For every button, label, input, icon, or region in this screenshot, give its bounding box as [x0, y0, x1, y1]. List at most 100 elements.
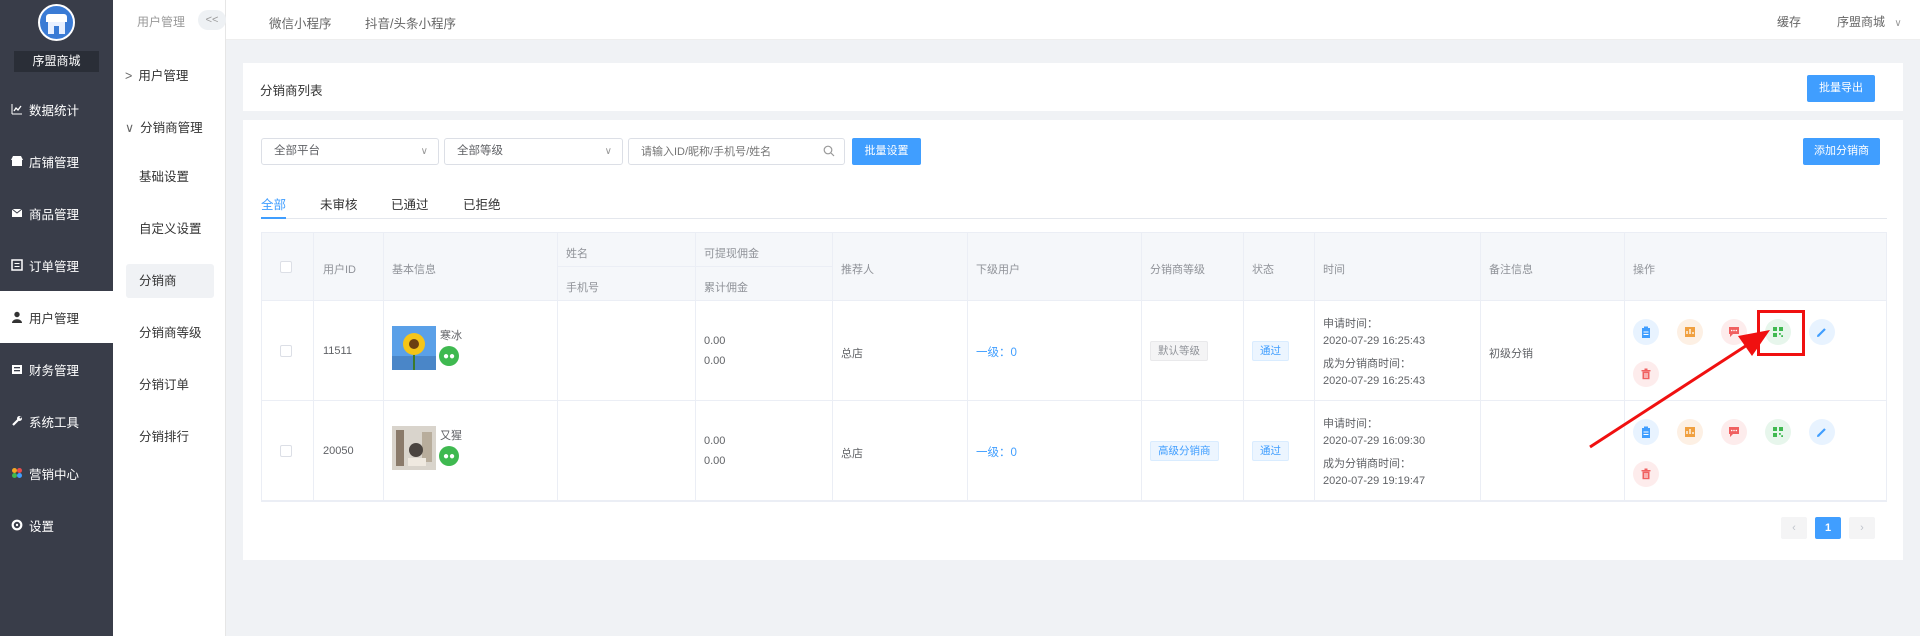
sub-sidebar-header: 用户管理 << [113, 0, 226, 40]
cache-button[interactable]: 缓存 [1777, 13, 1801, 30]
col-level: 分销商等级 [1150, 264, 1205, 276]
sub-item-distributor-levels[interactable]: 分销商等级 [126, 316, 214, 350]
apply-time: 2020-07-29 16:25:43 [1323, 335, 1426, 347]
sub-item-distributors[interactable]: 分销商 [126, 264, 214, 298]
sub-item-custom-settings[interactable]: 自定义设置 [126, 212, 214, 246]
nav-item-label: 系统工具 [29, 415, 80, 430]
list-header-card: 分销商列表 批量导出 [243, 63, 1903, 111]
sub-item-basic-settings[interactable]: 基础设置 [126, 160, 214, 194]
nav-item-data-stats[interactable]: 数据统计 [0, 83, 113, 135]
nav-item-users[interactable]: 用户管理 [0, 291, 113, 343]
cell-total-commission: 0.00 [704, 455, 726, 467]
tab-pending[interactable]: 未审核 [320, 194, 358, 213]
wechat-icon: ●● [439, 446, 459, 466]
sub-item-distribution-ranking[interactable]: 分销排行 [126, 420, 214, 454]
level-select[interactable]: 全部等级 ∨ [444, 138, 623, 165]
platform-select[interactable]: 全部平台 ∨ [261, 138, 439, 165]
avatar [392, 326, 436, 370]
nav-item-tools[interactable]: 系统工具 [0, 395, 113, 447]
batch-set-button[interactable]: 批量设置 [852, 138, 921, 165]
nav-item-finance[interactable]: 财务管理 [0, 343, 113, 395]
header-sub-divider [557, 266, 832, 267]
cell-nickname: 寒冰 [440, 330, 462, 342]
cell-withdrawable: 0.00 [704, 335, 726, 347]
add-distributor-button[interactable]: 添加分销商 [1803, 138, 1880, 165]
main-sidebar: 序盟商城 数据统计 店铺管理 商品管理 订单管理 用户管理 财务管理 系统工具 … [0, 0, 113, 636]
become-time: 2020-07-29 19:19:47 [1323, 475, 1426, 487]
nav-item-label: 营销中心 [29, 467, 80, 482]
sub-group-label: 用户管理 [138, 69, 189, 83]
annotation-arrow-icon [1589, 330, 1770, 449]
list-icon [10, 258, 24, 272]
col-withdrawable: 可提现佣金 [704, 248, 759, 260]
tab-douyin-miniprogram[interactable]: 抖音/头条小程序 [365, 13, 456, 32]
nav-item-label: 数据统计 [29, 103, 80, 118]
store-icon [10, 154, 24, 168]
chevron-down-icon: ∨ [420, 146, 428, 157]
col-phone: 手机号 [566, 282, 599, 294]
search-input[interactable] [628, 138, 845, 165]
apply-time: 2020-07-29 16:09:30 [1323, 435, 1426, 447]
select-all-checkbox[interactable] [280, 261, 292, 273]
level-badge: 高级分销商 [1150, 441, 1219, 461]
shop-logo-icon [38, 4, 75, 41]
nav-item-marketing[interactable]: 营销中心 [0, 447, 113, 499]
become-time: 2020-07-29 16:25:43 [1323, 375, 1426, 387]
batch-export-button[interactable]: 批量导出 [1807, 75, 1875, 102]
delete-button[interactable] [1633, 461, 1659, 487]
cell-user-id: 20050 [323, 445, 354, 457]
page-1-button[interactable]: 1 [1815, 517, 1841, 539]
nav-item-label: 商品管理 [29, 207, 80, 222]
nav-item-goods[interactable]: 商品管理 [0, 187, 113, 239]
nav-item-store[interactable]: 店铺管理 [0, 135, 113, 187]
collapse-sidebar-button[interactable]: << [198, 10, 226, 30]
shop-name: 序盟商城 [14, 51, 99, 72]
col-actions: 操作 [1633, 264, 1655, 276]
tab-wechat-miniprogram[interactable]: 微信小程序 [269, 13, 332, 32]
col-name: 姓名 [566, 248, 588, 260]
next-page-button[interactable]: › [1849, 517, 1875, 539]
sub-item-distribution-orders[interactable]: 分销订单 [126, 368, 214, 402]
sub-group-distributors[interactable]: ∨ 分销商管理 [125, 117, 203, 136]
col-remark: 备注信息 [1489, 264, 1533, 276]
edit-button[interactable] [1809, 419, 1835, 445]
edit-button[interactable] [1809, 319, 1835, 345]
col-referrer: 推荐人 [841, 264, 874, 276]
col-status: 状态 [1252, 264, 1274, 276]
nav-item-label: 财务管理 [29, 363, 80, 378]
become-time-label: 成为分销商时间： [1323, 458, 1411, 470]
page-title: 分销商列表 [260, 84, 323, 98]
shop-switch-label: 序盟商城 [1837, 15, 1886, 29]
nav-item-orders[interactable]: 订单管理 [0, 239, 113, 291]
nav-item-label: 设置 [29, 519, 55, 534]
row-checkbox[interactable] [280, 445, 292, 457]
sub-sidebar: 用户管理 << > 用户管理 ∨ 分销商管理 基础设置 自定义设置 分销商 分销商等… [113, 0, 226, 636]
subordinates-link[interactable]: 一级：0 [976, 344, 1017, 360]
shop-switch-dropdown[interactable]: 序盟商城 ∨ [1837, 13, 1902, 30]
level-select-value: 全部等级 [457, 145, 503, 157]
tab-rejected[interactable]: 已拒绝 [463, 194, 501, 213]
nav-item-settings[interactable]: 设置 [0, 499, 113, 551]
row-checkbox[interactable] [280, 345, 292, 357]
search-icon[interactable] [823, 145, 835, 157]
col-basic-info: 基本信息 [392, 264, 436, 276]
platform-select-value: 全部平台 [274, 145, 320, 157]
tabs-divider [261, 218, 1887, 219]
colorful-dots-icon [10, 466, 24, 480]
sub-group-users[interactable]: > 用户管理 [125, 65, 188, 84]
apply-time-label: 申请时间： [1323, 418, 1378, 430]
cell-remark: 初级分销 [1489, 348, 1533, 360]
status-badge: 通过 [1252, 341, 1289, 361]
avatar [392, 426, 436, 470]
trash-icon [1641, 468, 1651, 480]
become-time-label: 成为分销商时间： [1323, 358, 1411, 370]
table-header: 用户ID 基本信息 姓名 手机号 可提现佣金 累计佣金 推荐人 下级用户 分销商… [262, 233, 1886, 301]
status-badge: 通过 [1252, 441, 1289, 461]
subordinates-link[interactable]: 一级：0 [976, 444, 1017, 460]
prev-page-button[interactable]: ‹ [1781, 517, 1807, 539]
sub-group-label: 分销商管理 [140, 121, 203, 135]
active-tab-indicator [261, 217, 286, 219]
tab-all[interactable]: 全部 [261, 194, 286, 213]
chevron-right-icon: > [125, 69, 133, 83]
tab-approved[interactable]: 已通过 [391, 194, 429, 213]
